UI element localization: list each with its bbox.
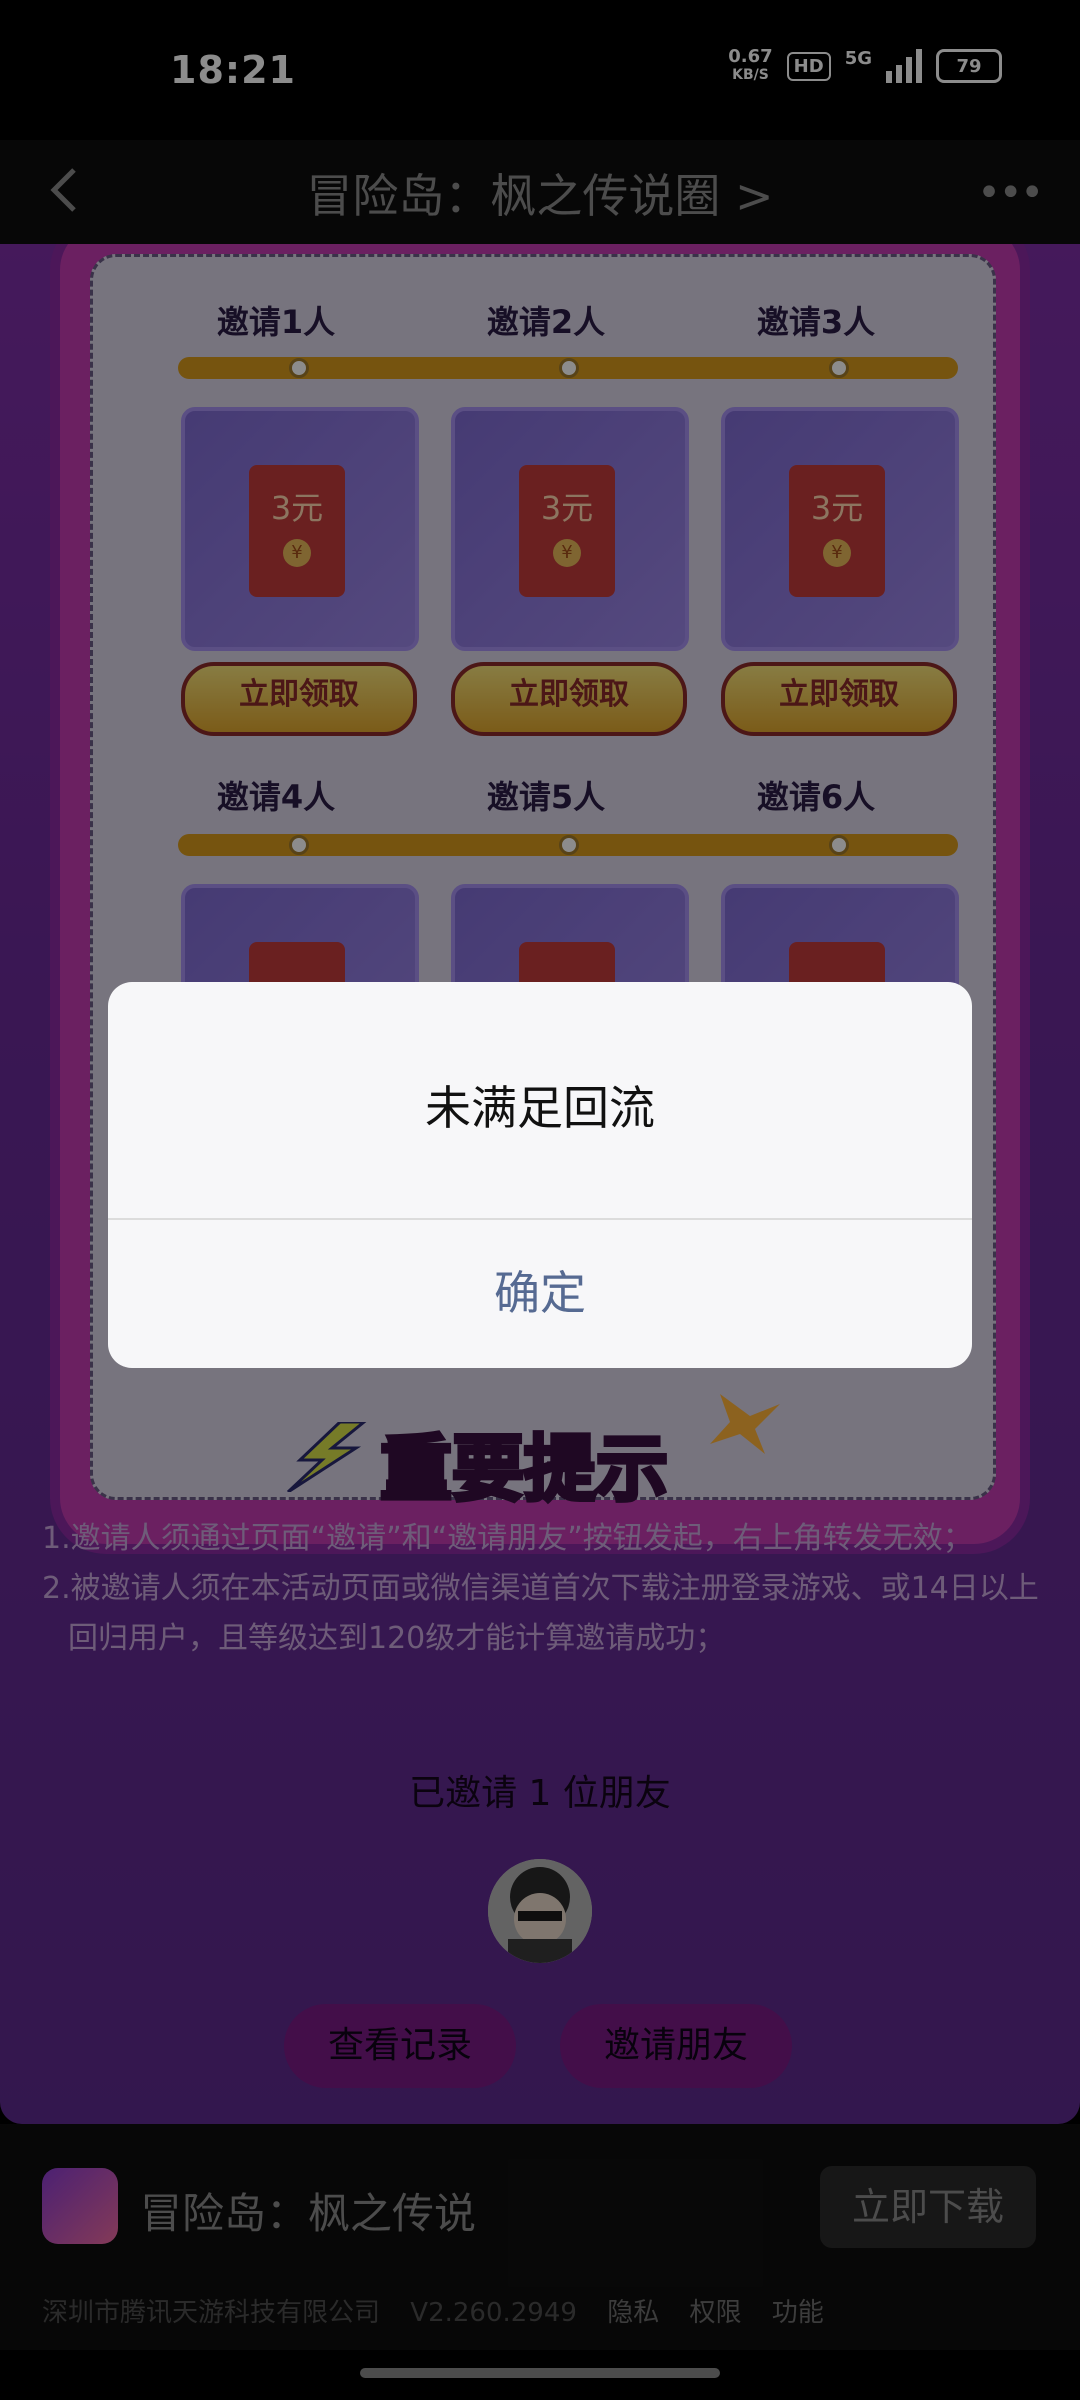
alert-dialog: 未满足回流 确定 — [108, 982, 972, 1368]
dialog-message: 未满足回流 — [425, 1081, 655, 1135]
confirm-button[interactable]: 确定 — [108, 1218, 972, 1368]
